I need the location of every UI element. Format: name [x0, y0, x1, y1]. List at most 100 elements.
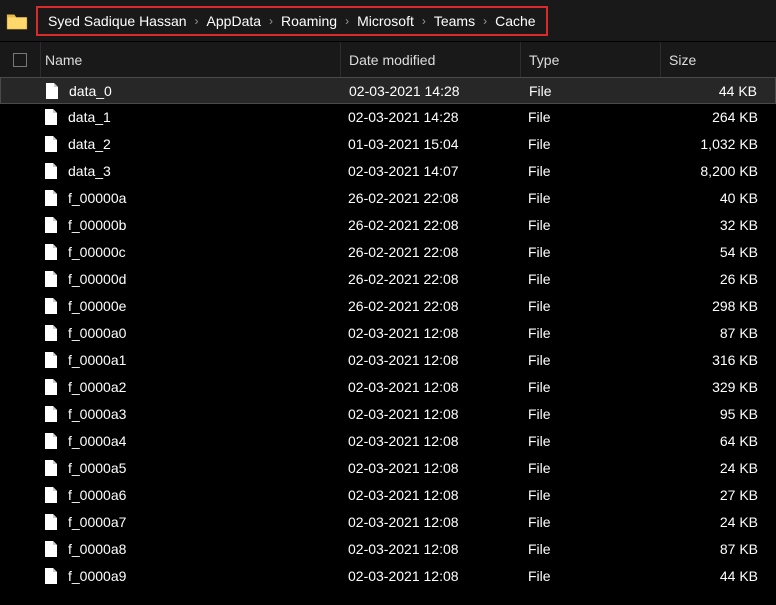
file-date: 02-03-2021 12:08	[340, 379, 520, 395]
file-type: File	[520, 541, 660, 557]
file-name: f_0000a0	[68, 325, 126, 341]
file-size: 26 KB	[660, 271, 776, 287]
file-name: f_00000a	[68, 190, 126, 206]
file-row[interactable]: f_00000a26-02-2021 22:08File40 KB	[0, 184, 776, 211]
file-type: File	[521, 83, 661, 99]
file-icon	[44, 163, 58, 179]
file-size: 24 KB	[660, 514, 776, 530]
breadcrumb-item[interactable]: Microsoft	[353, 13, 418, 29]
file-type: File	[520, 217, 660, 233]
column-header-date[interactable]: Date modified	[340, 42, 520, 77]
file-date: 02-03-2021 12:08	[340, 568, 520, 584]
file-date: 02-03-2021 12:08	[340, 352, 520, 368]
file-icon	[44, 433, 58, 449]
file-icon	[44, 325, 58, 341]
file-row[interactable]: data_201-03-2021 15:04File1,032 KB	[0, 130, 776, 157]
chevron-right-icon[interactable]: ›	[479, 14, 491, 28]
folder-icon	[6, 12, 28, 30]
file-icon	[44, 271, 58, 287]
file-type: File	[520, 514, 660, 530]
file-name: f_0000a1	[68, 352, 126, 368]
file-row[interactable]: data_102-03-2021 14:28File264 KB	[0, 103, 776, 130]
file-icon	[44, 406, 58, 422]
select-all-checkbox[interactable]	[0, 53, 40, 67]
file-date: 02-03-2021 12:08	[340, 406, 520, 422]
file-date: 02-03-2021 14:28	[340, 109, 520, 125]
file-row[interactable]: f_0000a2 02-03-2021 12:08File329 KB	[0, 373, 776, 400]
file-icon	[44, 352, 58, 368]
file-name: f_0000a4	[68, 433, 126, 449]
file-type: File	[520, 379, 660, 395]
file-row[interactable]: f_0000a002-03-2021 12:08File87 KB	[0, 319, 776, 346]
file-date: 26-02-2021 22:08	[340, 298, 520, 314]
file-size: 32 KB	[660, 217, 776, 233]
file-row[interactable]: f_0000a802-03-2021 12:08File87 KB	[0, 535, 776, 562]
file-size: 1,032 KB	[660, 136, 776, 152]
file-row[interactable]: data_302-03-2021 14:07File8,200 KB	[0, 157, 776, 184]
file-icon	[44, 136, 58, 152]
file-list[interactable]: data_002-03-2021 14:28File44 KB data_1 02-…	[0, 77, 776, 589]
file-icon	[44, 460, 58, 476]
file-name: data_3	[68, 163, 111, 179]
file-icon	[44, 514, 58, 530]
file-name: data_1	[68, 109, 111, 125]
file-name: f_00000b	[68, 217, 126, 233]
file-name: f_0000a7	[68, 514, 126, 530]
file-name: f_0000a2	[68, 379, 126, 395]
file-size: 64 KB	[660, 433, 776, 449]
file-size: 44 KB	[660, 568, 776, 584]
file-type: File	[520, 487, 660, 503]
breadcrumb-item[interactable]: Syed Sadique Hassan	[44, 13, 191, 29]
address-bar[interactable]: Syed Sadique Hassan›AppData›Roaming›Micr…	[0, 0, 776, 42]
file-size: 87 KB	[660, 325, 776, 341]
file-row[interactable]: f_00000d26-02-2021 22:08File26 KB	[0, 265, 776, 292]
file-row[interactable]: f_0000a5 02-03-2021 12:08File24 KB	[0, 454, 776, 481]
column-header-name[interactable]: Name	[40, 42, 340, 77]
file-size: 329 KB	[660, 379, 776, 395]
file-icon	[44, 568, 58, 584]
file-icon	[45, 83, 59, 99]
file-row[interactable]: f_0000a702-03-2021 12:08File24 KB	[0, 508, 776, 535]
file-name: f_0000a5	[68, 460, 126, 476]
file-row[interactable]: f_00000c26-02-2021 22:08File54 KB	[0, 238, 776, 265]
file-row[interactable]: f_0000a902-03-2021 12:08File44 KB	[0, 562, 776, 589]
file-icon	[44, 109, 58, 125]
file-date: 26-02-2021 22:08	[340, 190, 520, 206]
file-type: File	[520, 460, 660, 476]
breadcrumb-item[interactable]: AppData	[203, 13, 265, 29]
file-icon	[44, 379, 58, 395]
file-icon	[44, 298, 58, 314]
chevron-right-icon[interactable]: ›	[418, 14, 430, 28]
chevron-right-icon[interactable]: ›	[341, 14, 353, 28]
breadcrumb[interactable]: Syed Sadique Hassan›AppData›Roaming›Micr…	[36, 6, 548, 36]
file-icon	[44, 487, 58, 503]
file-date: 02-03-2021 12:08	[340, 325, 520, 341]
file-row[interactable]: data_002-03-2021 14:28File44 KB	[0, 77, 776, 104]
file-size: 95 KB	[660, 406, 776, 422]
file-row[interactable]: f_0000a402-03-2021 12:08File64 KB	[0, 427, 776, 454]
chevron-right-icon[interactable]: ›	[191, 14, 203, 28]
file-row[interactable]: f_00000e26-02-2021 22:08File298 KB	[0, 292, 776, 319]
file-date: 26-02-2021 22:08	[340, 271, 520, 287]
column-header-size[interactable]: Size	[660, 42, 776, 77]
file-size: 24 KB	[660, 460, 776, 476]
file-type: File	[520, 163, 660, 179]
file-row[interactable]: f_00000b26-02-2021 22:08File32 KB	[0, 211, 776, 238]
file-icon	[44, 217, 58, 233]
file-type: File	[520, 271, 660, 287]
file-type: File	[520, 568, 660, 584]
file-size: 298 KB	[660, 298, 776, 314]
file-type: File	[520, 109, 660, 125]
file-size: 8,200 KB	[660, 163, 776, 179]
file-icon	[44, 541, 58, 557]
column-header-type[interactable]: Type	[520, 42, 660, 77]
chevron-right-icon[interactable]: ›	[265, 14, 277, 28]
breadcrumb-item[interactable]: Cache	[491, 13, 539, 29]
file-row[interactable]: f_0000a602-03-2021 12:08File27 KB	[0, 481, 776, 508]
file-date: 02-03-2021 12:08	[340, 460, 520, 476]
breadcrumb-item[interactable]: Teams	[430, 13, 479, 29]
breadcrumb-item[interactable]: Roaming	[277, 13, 341, 29]
file-size: 40 KB	[660, 190, 776, 206]
file-row[interactable]: f_0000a102-03-2021 12:08File316 KB	[0, 346, 776, 373]
file-row[interactable]: f_0000a302-03-2021 12:08File95 KB	[0, 400, 776, 427]
